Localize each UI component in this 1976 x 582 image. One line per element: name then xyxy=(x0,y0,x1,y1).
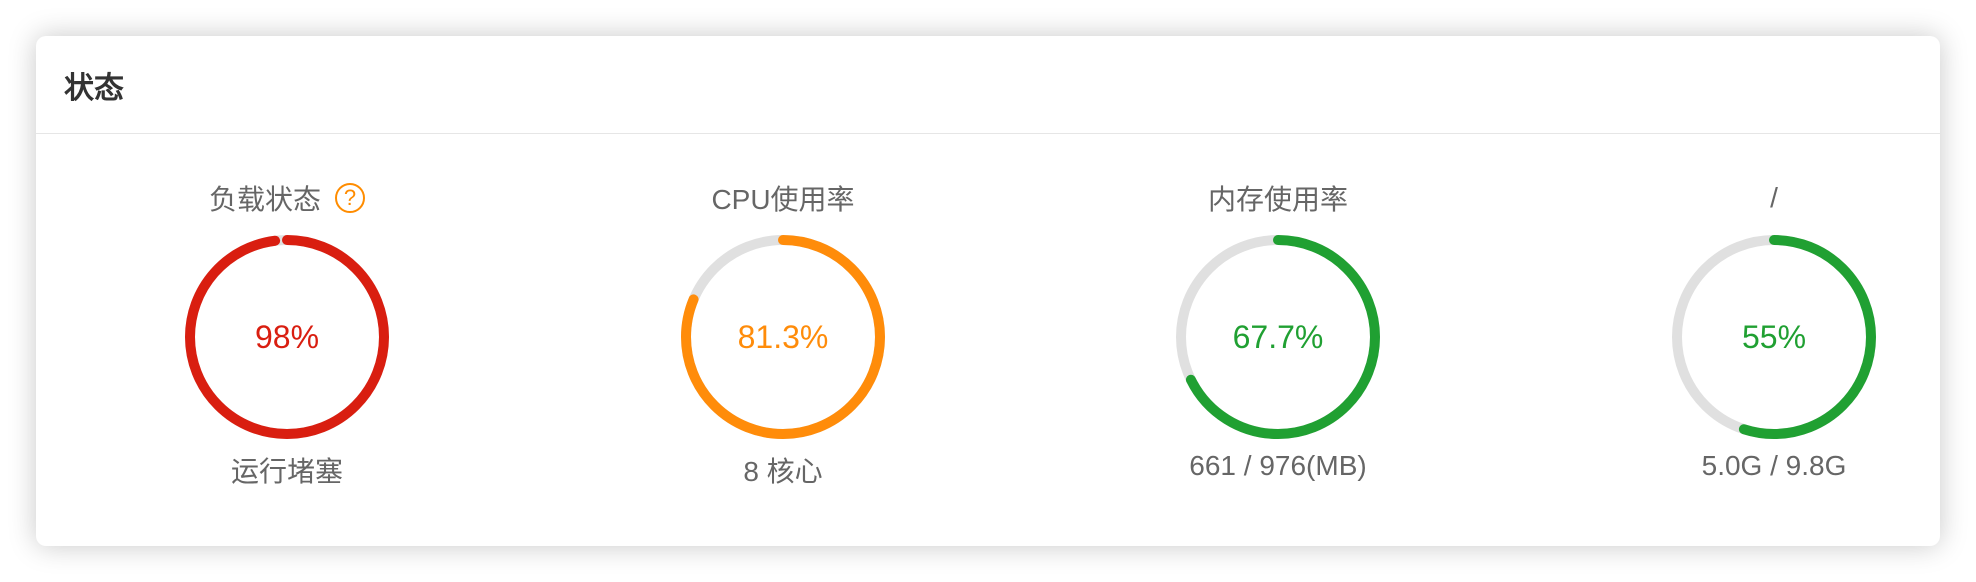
gauge-title-row: / xyxy=(1624,178,1924,218)
panel-title: 状态 xyxy=(64,71,124,105)
gauge-percent: 55% xyxy=(1741,318,1807,355)
gauge-ring: 67.7% xyxy=(1173,232,1383,442)
gauge-percent: 67.7% xyxy=(1232,318,1324,355)
status-panel: 状态 负载状态 ? 98% 运行堵塞 CPU使用率 81.3% 8 核心 内存使… xyxy=(36,36,1940,546)
gauge-ring: 81.3% xyxy=(678,232,888,442)
gauge-title-row: CPU使用率 xyxy=(633,178,933,218)
gauge-title: / xyxy=(1770,182,1778,213)
gauge-subtitle: 5.0G / 9.8G xyxy=(1701,450,1847,481)
gauges-row: 负载状态 ? 98% 运行堵塞 CPU使用率 81.3% 8 核心 内存使用率 … xyxy=(36,134,1940,546)
gauge-ring: 55% xyxy=(1669,232,1879,442)
gauge-title-row: 内存使用率 xyxy=(1128,178,1428,218)
gauge-subtitle: 661 / 976(MB) xyxy=(1189,450,1367,481)
gauge-percent: 81.3% xyxy=(737,318,829,355)
gauge-percent: 98% xyxy=(254,318,320,355)
question-circle-icon[interactable]: ? xyxy=(335,183,365,213)
gauge-title-row: 负载状态 ? xyxy=(137,178,437,218)
gauge-subtitle: 8 核心 xyxy=(743,456,823,487)
gauge-title: 内存使用率 xyxy=(1207,184,1348,215)
panel-header: 状态 xyxy=(36,36,1940,134)
gauge-subtitle: 运行堵塞 xyxy=(230,456,343,487)
gauge-ring: 98% xyxy=(182,232,392,442)
gauge-title: CPU使用率 xyxy=(711,184,855,215)
gauge-title: 负载状态 xyxy=(208,184,321,215)
